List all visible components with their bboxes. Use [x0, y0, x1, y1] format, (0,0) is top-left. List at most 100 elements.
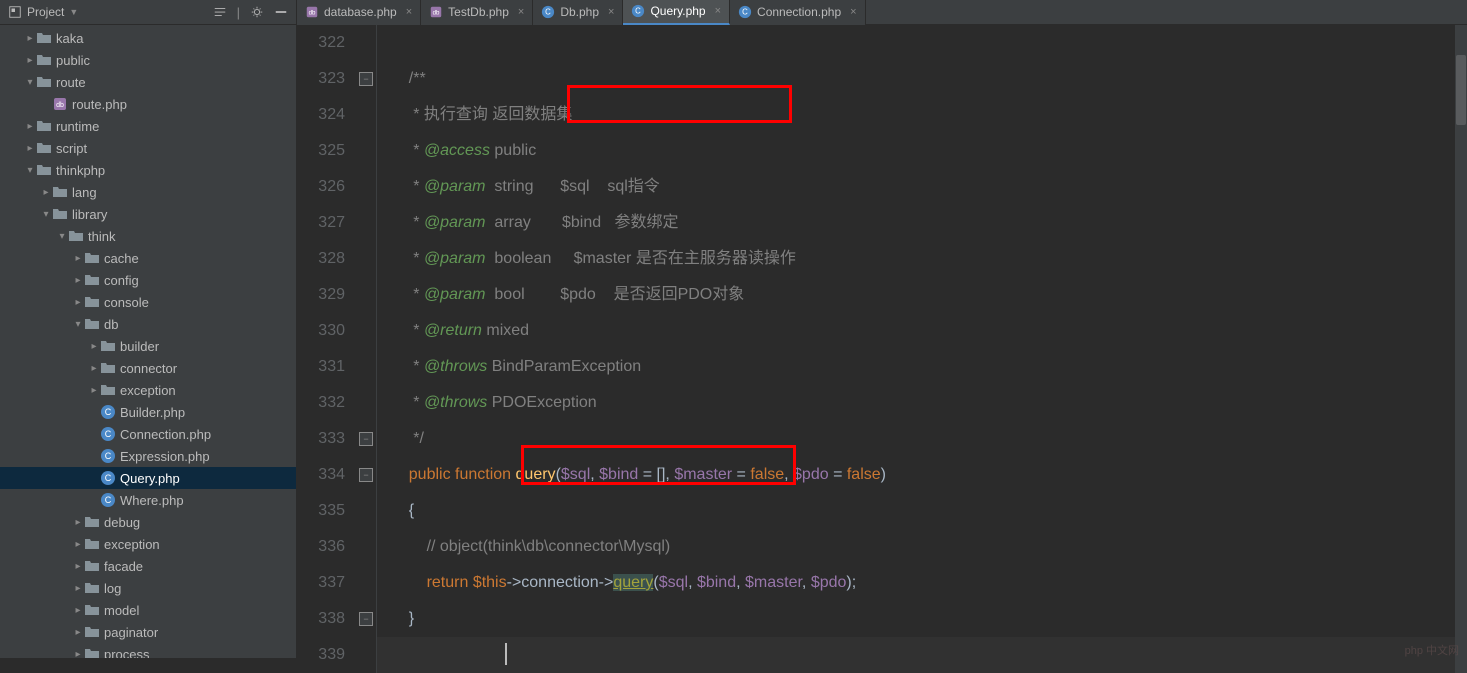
chevron-right-icon[interactable]: ▸ — [24, 33, 36, 44]
line-number[interactable]: 325 — [297, 133, 345, 169]
code-editor[interactable]: 3223233243253263273283293303313323333343… — [297, 25, 1467, 673]
chevron-right-icon[interactable]: ▸ — [72, 627, 84, 638]
code-line[interactable]: * @param bool $pdo 是否返回PDO对象 — [391, 277, 1467, 313]
tree-node-paginator[interactable]: ▸paginator — [0, 621, 296, 643]
chevron-down-icon[interactable]: ▾ — [72, 319, 84, 330]
code-line[interactable]: // object(think\db\connector\Mysql) — [391, 529, 1467, 565]
tree-node-model[interactable]: ▸model — [0, 599, 296, 621]
fold-handle-icon[interactable]: − — [359, 432, 373, 446]
code-line[interactable]: * @param string $sql sql指令 — [391, 169, 1467, 205]
code-line[interactable]: /** — [391, 61, 1467, 97]
tree-node-runtime[interactable]: ▸runtime — [0, 115, 296, 137]
chevron-right-icon[interactable]: ▸ — [24, 121, 36, 132]
close-icon[interactable]: × — [608, 6, 614, 18]
tab-database-php[interactable]: dbdatabase.php× — [297, 0, 421, 25]
tree-node-debug[interactable]: ▸debug — [0, 511, 296, 533]
line-number[interactable]: 322 — [297, 25, 345, 61]
chevron-right-icon[interactable]: ▸ — [40, 187, 52, 198]
tree-node-thinkphp[interactable]: ▾thinkphp — [0, 159, 296, 181]
line-number[interactable]: 339 — [297, 637, 345, 673]
tree-node-log[interactable]: ▸log — [0, 577, 296, 599]
tab-testdb-php[interactable]: dbTestDb.php× — [421, 0, 533, 25]
line-number[interactable]: 338 — [297, 601, 345, 637]
close-icon[interactable]: × — [715, 5, 721, 17]
chevron-right-icon[interactable]: ▸ — [72, 649, 84, 659]
tree-node-connector[interactable]: ▸connector — [0, 357, 296, 379]
line-number[interactable]: 335 — [297, 493, 345, 529]
code-line[interactable]: return $this->connection->query($sql, $b… — [391, 565, 1467, 601]
tree-node-console[interactable]: ▸console — [0, 291, 296, 313]
chevron-right-icon[interactable]: ▸ — [72, 297, 84, 308]
fold-handle-icon[interactable]: − — [359, 468, 373, 482]
tree-node-expression-php[interactable]: CExpression.php — [0, 445, 296, 467]
fold-handle-icon[interactable]: − — [359, 612, 373, 626]
tree-node-library[interactable]: ▾library — [0, 203, 296, 225]
chevron-right-icon[interactable]: ▸ — [88, 385, 100, 396]
code-line[interactable]: * 执行查询 返回数据集 — [391, 97, 1467, 133]
close-icon[interactable]: × — [406, 6, 412, 18]
vertical-scrollbar[interactable] — [1455, 25, 1467, 673]
code-content[interactable]: /** * 执行查询 返回数据集 * @access public * @par… — [377, 25, 1467, 673]
tree-node-connection-php[interactable]: CConnection.php — [0, 423, 296, 445]
line-number[interactable]: 328 — [297, 241, 345, 277]
chevron-down-icon[interactable]: ▾ — [24, 165, 36, 176]
chevron-right-icon[interactable]: ▸ — [72, 517, 84, 528]
close-icon[interactable]: × — [850, 6, 856, 18]
tree-node-db[interactable]: ▾db — [0, 313, 296, 335]
close-icon[interactable]: × — [518, 6, 524, 18]
code-line[interactable] — [391, 25, 1467, 61]
line-number[interactable]: 332 — [297, 385, 345, 421]
code-line[interactable]: * @param boolean $master 是否在主服务器读操作 — [391, 241, 1467, 277]
code-line[interactable]: */ — [391, 421, 1467, 457]
chevron-right-icon[interactable]: ▸ — [72, 539, 84, 550]
code-line[interactable]: } — [391, 601, 1467, 637]
tree-node-builder-php[interactable]: CBuilder.php — [0, 401, 296, 423]
line-number[interactable]: 337 — [297, 565, 345, 601]
chevron-right-icon[interactable]: ▸ — [72, 605, 84, 616]
line-number[interactable]: 327 — [297, 205, 345, 241]
line-number[interactable]: 336 — [297, 529, 345, 565]
chevron-right-icon[interactable]: ▸ — [24, 143, 36, 154]
chevron-right-icon[interactable]: ▸ — [72, 275, 84, 286]
code-line[interactable]: * @access public — [391, 133, 1467, 169]
tree-node-cache[interactable]: ▸cache — [0, 247, 296, 269]
tree-node-exception[interactable]: ▸exception — [0, 379, 296, 401]
settings-gear-icon[interactable] — [250, 5, 264, 19]
code-line[interactable]: public function query($sql, $bind = [], … — [391, 457, 1467, 493]
project-title[interactable]: Project ▼ — [8, 5, 78, 19]
code-line[interactable]: * @return mixed — [391, 313, 1467, 349]
code-line[interactable]: * @throws PDOException — [391, 385, 1467, 421]
line-number[interactable]: 324 — [297, 97, 345, 133]
tree-node-script[interactable]: ▸script — [0, 137, 296, 159]
chevron-right-icon[interactable]: ▸ — [88, 341, 100, 352]
chevron-down-icon[interactable]: ▾ — [24, 77, 36, 88]
tree-node-process[interactable]: ▸process — [0, 643, 296, 658]
chevron-right-icon[interactable]: ▸ — [72, 253, 84, 264]
chevron-right-icon[interactable]: ▸ — [72, 561, 84, 572]
line-number[interactable]: 326 — [297, 169, 345, 205]
scrollbar-thumb[interactable] — [1456, 55, 1466, 125]
tree-node-think[interactable]: ▾think — [0, 225, 296, 247]
chevron-right-icon[interactable]: ▸ — [72, 583, 84, 594]
tree-node-route[interactable]: ▾route — [0, 71, 296, 93]
code-line[interactable]: { — [391, 493, 1467, 529]
line-number[interactable]: 330 — [297, 313, 345, 349]
line-number[interactable]: 323 — [297, 61, 345, 97]
tree-node-facade[interactable]: ▸facade — [0, 555, 296, 577]
collapse-icon[interactable] — [213, 5, 227, 19]
code-line[interactable]: * @throws BindParamException — [391, 349, 1467, 385]
tree-node-route-php[interactable]: dbroute.php — [0, 93, 296, 115]
tree-node-config[interactable]: ▸config — [0, 269, 296, 291]
tree-node-builder[interactable]: ▸builder — [0, 335, 296, 357]
hide-icon[interactable] — [274, 5, 288, 19]
tab-query-php[interactable]: CQuery.php× — [623, 0, 730, 25]
chevron-down-icon[interactable]: ▾ — [56, 231, 68, 242]
line-number[interactable]: 334 — [297, 457, 345, 493]
tab-db-php[interactable]: CDb.php× — [533, 0, 623, 25]
chevron-right-icon[interactable]: ▸ — [88, 363, 100, 374]
tree-node-public[interactable]: ▸public — [0, 49, 296, 71]
chevron-right-icon[interactable]: ▸ — [24, 55, 36, 66]
tree-node-kaka[interactable]: ▸kaka — [0, 27, 296, 49]
gutter-fold[interactable]: − − − − — [357, 25, 377, 673]
line-number[interactable]: 333 — [297, 421, 345, 457]
